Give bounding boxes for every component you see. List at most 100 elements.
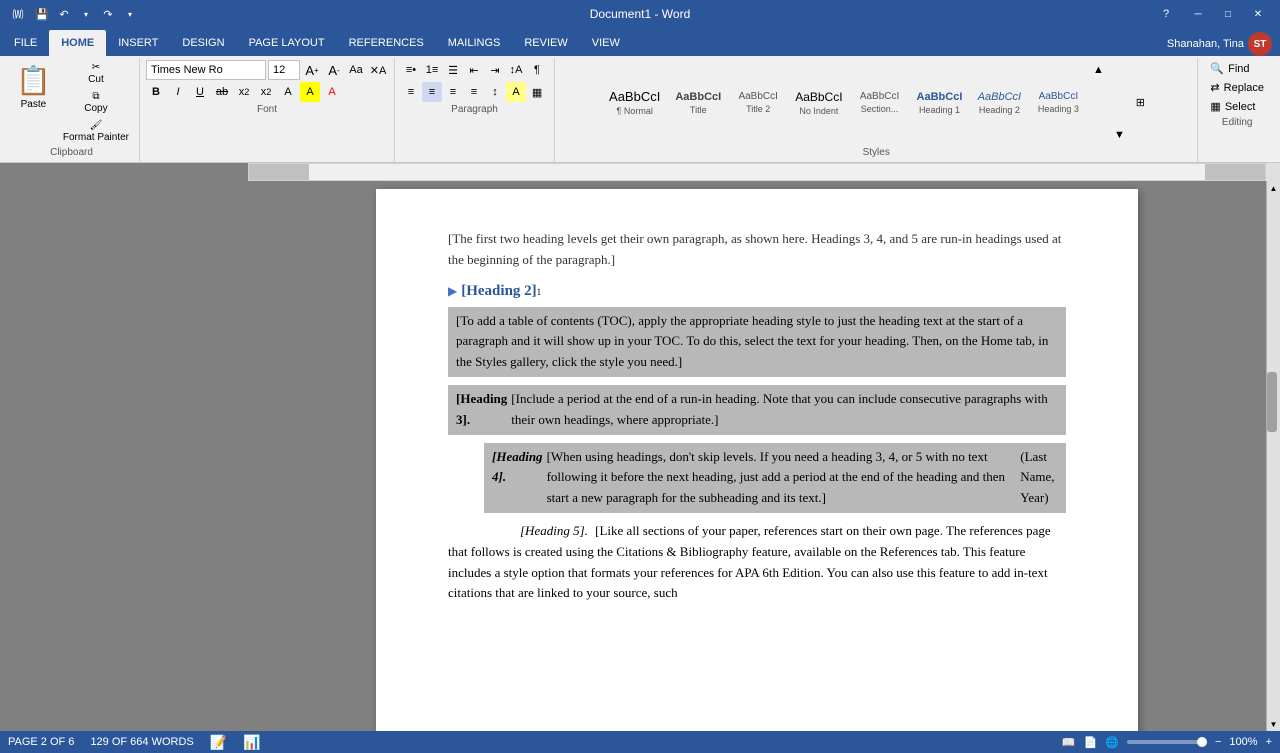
find-button[interactable]: 🔍 Find	[1204, 60, 1270, 77]
zoom-in-btn[interactable]: +	[1266, 736, 1272, 748]
styles-more-btn[interactable]: ⊞	[1130, 93, 1150, 113]
style-heading2[interactable]: AaBbCcI Heading 2	[970, 73, 1028, 133]
increase-indent-btn[interactable]: ⇥	[485, 60, 505, 80]
align-left-btn[interactable]: ≡	[401, 82, 421, 102]
strikethrough-btn[interactable]: ab	[212, 82, 232, 102]
select-button[interactable]: ▦ Select	[1204, 98, 1270, 115]
clear-format-btn[interactable]: ✕A	[368, 60, 388, 80]
font-shrink-btn[interactable]: A-	[324, 60, 344, 80]
save-quick-btn[interactable]: 💾	[32, 4, 52, 24]
format-painter-icon: 🖌	[90, 120, 103, 131]
style-no-indent[interactable]: AaBbCcI No Indent	[788, 73, 849, 133]
style-no-indent-preview: AaBbCcI	[795, 90, 842, 104]
tab-page-layout[interactable]: PAGE LAYOUT	[237, 30, 337, 56]
word-count: 129 OF 664 WORDS	[90, 736, 193, 748]
format-painter-button[interactable]: 🖌 Format Painter	[59, 118, 133, 145]
undo-btn[interactable]: ↶	[54, 4, 74, 24]
undo-dropdown-btn[interactable]: ▾	[76, 4, 96, 24]
tab-view[interactable]: VIEW	[580, 30, 632, 56]
tab-design[interactable]: DESIGN	[170, 30, 236, 56]
bold-button[interactable]: B	[146, 82, 166, 102]
help-btn[interactable]: ?	[1156, 4, 1176, 24]
user-avatar: ST	[1248, 32, 1272, 56]
style-title[interactable]: AaBbCcI Title	[668, 73, 728, 133]
text-highlight-btn[interactable]: A	[300, 82, 320, 102]
copy-button[interactable]: ⧉ Copy	[59, 89, 133, 116]
style-section[interactable]: AaBbCcI Section...	[851, 73, 909, 133]
intro-paragraph: [The first two heading levels get their …	[448, 229, 1066, 271]
style-heading3[interactable]: AaBbCcI Heading 3	[1029, 73, 1087, 133]
justify-btn[interactable]: ≡	[464, 82, 484, 102]
tab-insert[interactable]: INSERT	[106, 30, 170, 56]
tab-references[interactable]: REFERENCES	[337, 30, 436, 56]
font-name-selector[interactable]: Times New Ro	[146, 60, 266, 80]
scroll-thumb[interactable]	[1267, 372, 1277, 432]
styles-scroll-down[interactable]: ▼	[1109, 125, 1129, 145]
tab-file[interactable]: FILE	[2, 30, 49, 56]
text-effect-btn[interactable]: A	[278, 82, 298, 102]
customize-quick-access-btn[interactable]: ▾	[120, 4, 140, 24]
style-normal[interactable]: AaBbCcI ¶ Normal	[602, 73, 667, 133]
style-title2[interactable]: AaBbCcI Title 2	[729, 73, 787, 133]
tab-home[interactable]: HOME	[49, 30, 106, 56]
left-margin	[0, 181, 248, 731]
minimize-btn[interactable]: ─	[1184, 5, 1212, 23]
paste-button[interactable]: 📋 Paste	[10, 60, 57, 114]
close-btn[interactable]: ✕	[1244, 5, 1272, 23]
track-changes-icon[interactable]: 📊	[243, 734, 260, 751]
font-color-btn[interactable]: A	[322, 82, 342, 102]
styles-label: Styles	[863, 147, 890, 160]
style-heading1[interactable]: AaBbCcI Heading 1	[910, 73, 970, 133]
numbering-btn[interactable]: 1≡	[422, 60, 442, 80]
sort-btn[interactable]: ↕A	[506, 60, 526, 80]
replace-button[interactable]: ⇄ Replace	[1204, 79, 1270, 96]
zoom-slider[interactable]	[1127, 740, 1207, 744]
spell-check-icon[interactable]: 📝	[210, 734, 227, 751]
subscript-btn[interactable]: x2	[234, 82, 254, 102]
font-grow-btn[interactable]: A+	[302, 60, 322, 80]
heading2-superscript: 1	[537, 285, 542, 299]
borders-btn[interactable]: ▦	[527, 82, 547, 102]
show-marks-btn[interactable]: ¶	[527, 60, 547, 80]
tab-review[interactable]: REVIEW	[512, 30, 579, 56]
tab-mailings[interactable]: MAILINGS	[436, 30, 513, 56]
document-page[interactable]: [The first two heading levels get their …	[376, 189, 1138, 731]
paragraph-label: Paragraph	[451, 104, 498, 117]
font-size-selector[interactable]: 12	[268, 60, 300, 80]
cut-icon: ✂	[92, 62, 100, 73]
zoom-thumb[interactable]	[1197, 737, 1207, 747]
change-case-btn[interactable]: Aa	[346, 60, 366, 80]
align-right-btn[interactable]: ≡	[443, 82, 463, 102]
shading-btn[interactable]: A	[506, 82, 526, 102]
blue-arrow-icon: ▶	[448, 282, 457, 301]
line-spacing-btn[interactable]: ↕	[485, 82, 505, 102]
heading2-text: [Heading 2]	[461, 279, 536, 303]
view-print-btn[interactable]: 📄	[1084, 736, 1098, 749]
view-web-btn[interactable]: 🌐	[1105, 736, 1119, 749]
heading2-container: ▶ [Heading 2]1	[448, 279, 1066, 303]
select-icon: ▦	[1210, 100, 1220, 113]
paste-icon: 📋	[16, 64, 51, 97]
scroll-up-btn[interactable]: ▲	[1267, 181, 1280, 195]
zoom-out-btn[interactable]: −	[1215, 736, 1221, 748]
multilevel-btn[interactable]: ☰	[443, 60, 463, 80]
styles-scroll-up[interactable]: ▲	[1088, 60, 1108, 80]
clipboard-content: 📋 Paste ✂ Cut ⧉ Copy 🖌 Format Painter	[10, 60, 133, 145]
view-read-btn[interactable]: 📖	[1062, 736, 1076, 749]
redo-btn[interactable]: ↷	[98, 4, 118, 24]
heading3-container: [Heading 3]. [Include a period at the en…	[448, 385, 1066, 435]
align-center-btn[interactable]: ≡	[422, 82, 442, 102]
maximize-btn[interactable]: □	[1214, 5, 1242, 23]
bullets-btn[interactable]: ≡•	[401, 60, 421, 80]
superscript-btn[interactable]: x2	[256, 82, 276, 102]
quick-access-toolbar: 💾 ↶ ▾ ↷ ▾	[32, 4, 140, 24]
vertical-scrollbar[interactable]: ▲ ▼	[1266, 181, 1280, 731]
cut-button[interactable]: ✂ Cut	[59, 60, 133, 87]
underline-button[interactable]: U	[190, 82, 210, 102]
italic-button[interactable]: I	[168, 82, 188, 102]
replace-label: Replace	[1224, 82, 1264, 94]
clipboard-group: 📋 Paste ✂ Cut ⧉ Copy 🖌 Format Painter Cl…	[4, 58, 140, 162]
style-section-name: Section...	[861, 104, 899, 114]
scroll-down-btn[interactable]: ▼	[1267, 717, 1280, 731]
decrease-indent-btn[interactable]: ⇤	[464, 60, 484, 80]
